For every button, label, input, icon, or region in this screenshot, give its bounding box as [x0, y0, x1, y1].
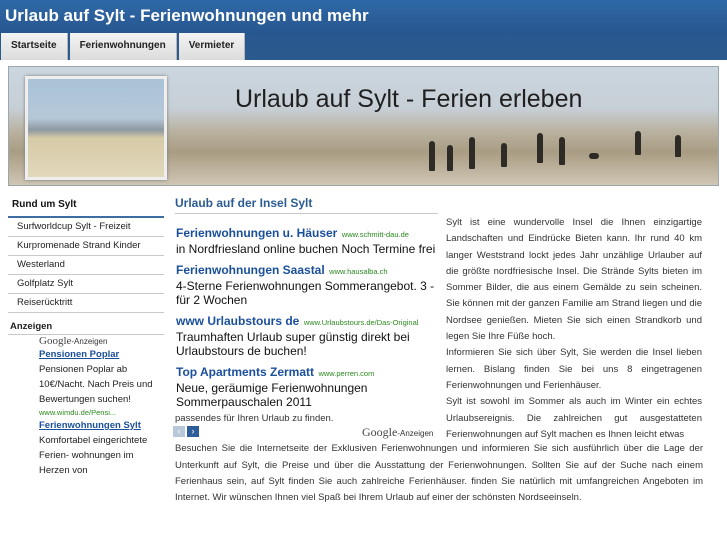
ad-item: www Urlaubstours de www.Urlaubstours.de/…	[176, 312, 440, 358]
intro-paragraph: Informieren Sie sich über Sylt, Sie werd…	[446, 347, 702, 391]
sidebar-ad-title-ferienwohnungen[interactable]: Ferienwohnungen Sylt	[39, 418, 164, 433]
google-ads-label[interactable]: Google-Anzeigen	[39, 335, 164, 347]
tab-startseite[interactable]: Startseite	[1, 33, 68, 60]
intro-text-column: Sylt ist eine wundervolle Insel die Ihne…	[446, 215, 702, 443]
ad-item: Ferienwohnungen u. Häuser www.schmitt-da…	[176, 224, 440, 256]
ad-url-link[interactable]: www.perren.com	[318, 369, 374, 378]
tab-vermieter[interactable]: Vermieter	[178, 33, 246, 60]
ad-description: Neue, geräumige Ferienwohnungen Sommerpa…	[176, 381, 368, 409]
sidebar-ad-list: Google-Anzeigen Pensionen Poplar Pension…	[8, 335, 164, 478]
body-paragraph: Besuchen Sie die Internetseite der Exklu…	[175, 443, 703, 504]
ad-item: Top Apartments Zermatt www.perren.com Ne…	[176, 363, 440, 409]
ad-description: 4-Sterne Ferienwohnungen Sommerangebot. …	[176, 279, 435, 307]
sidebar: Rund um Sylt Surfworldcup Sylt - Freizei…	[8, 193, 164, 545]
ad-item: Ferienwohnungen Saastal www.hausalba.ch …	[176, 261, 440, 307]
sidebar-ad-text-pensionen: Pensionen Poplar ab 10€/Nacht. Nach Prei…	[39, 364, 153, 405]
ad-url-link[interactable]: www.hausalba.ch	[329, 267, 387, 276]
page-title: Urlaub auf der Insel Sylt	[175, 196, 313, 210]
sidebar-item-westerland[interactable]: Westerland	[8, 256, 164, 275]
header-bar: Urlaub auf Sylt - Ferienwohnungen und me…	[0, 0, 727, 60]
sidebar-item-golfplatz[interactable]: Golfplatz Sylt	[8, 275, 164, 294]
sidebar-ad-title-pensionen[interactable]: Pensionen Poplar	[39, 347, 164, 362]
beach-people-figures	[409, 123, 709, 175]
ad-description: Traumhaften Urlaub super günstig direkt …	[176, 330, 410, 358]
beach-thumbnail-image	[25, 76, 167, 180]
site-title[interactable]: Urlaub auf Sylt - Ferienwohnungen und me…	[5, 6, 369, 26]
sidebar-ads-heading: Anzeigen	[8, 315, 164, 335]
banner-title: Urlaub auf Sylt - Ferien erleben	[235, 85, 583, 113]
sidebar-item-surfworldcup[interactable]: Surfworldcup Sylt - Freizeit	[8, 218, 164, 237]
ad-description: in Nordfriesland online buchen Noch Term…	[176, 242, 436, 256]
ad-url-link[interactable]: www.Urlaubstours.de/Das-Original	[304, 318, 419, 327]
sidebar-item-kurpromenade[interactable]: Kurpromenade Strand Kinder	[8, 237, 164, 256]
tab-ferienwohnungen[interactable]: Ferienwohnungen	[69, 33, 177, 60]
title-divider	[175, 213, 438, 214]
header-banner-image: Urlaub auf Sylt - Ferien erleben	[8, 66, 719, 186]
main-nav: Startseite Ferienwohnungen Vermieter	[0, 33, 246, 60]
body-text: passendes für Ihren Urlaub zu finden. Be…	[175, 411, 703, 506]
ad-title-link[interactable]: Ferienwohnungen u. Häuser	[176, 226, 337, 240]
sidebar-ad-text-ferienwohnungen: Komfortabel eingerichtete Ferien- wohnun…	[39, 435, 148, 476]
body-lead-line: passendes für Ihren Urlaub zu finden.	[175, 413, 334, 424]
google-logo: Google	[39, 335, 72, 347]
main-ad-list: Ferienwohnungen u. Häuser www.schmitt-da…	[176, 224, 440, 414]
sidebar-heading: Rund um Sylt	[8, 193, 164, 218]
intro-paragraph: Sylt ist eine wundervolle Insel die Ihne…	[446, 217, 702, 343]
ad-title-link[interactable]: Top Apartments Zermatt	[176, 365, 314, 379]
ad-url-link[interactable]: www.schmitt-dau.de	[342, 230, 409, 239]
sidebar-item-reiseruecktritt[interactable]: Reiserücktritt	[8, 294, 164, 313]
ad-title-link[interactable]: www Urlaubstours de	[176, 314, 299, 328]
ad-title-link[interactable]: Ferienwohnungen Saastal	[176, 263, 325, 277]
sidebar-ad-url-pensionen[interactable]: www.wimdu.de/Pensi...	[39, 407, 164, 418]
